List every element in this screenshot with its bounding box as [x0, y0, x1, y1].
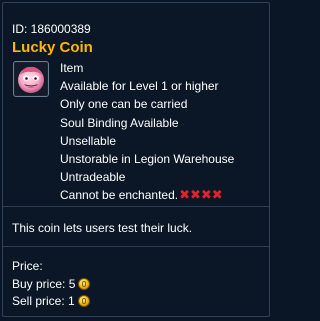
lucky-coin-face-icon — [15, 63, 47, 95]
buy-price-value: 5 — [68, 276, 76, 291]
gold-coin-icon — [77, 295, 90, 307]
divider-top — [3, 206, 269, 207]
gold-coin-icon — [78, 277, 91, 290]
price-label: Price: — [12, 259, 43, 273]
sell-price-row: Sell price: 1 — [12, 293, 90, 311]
item-icon-frame — [13, 61, 49, 97]
enchant-cross-icons: ✖✖✖✖ — [179, 187, 223, 203]
attr-enchant: Cannot be enchanted. — [60, 188, 179, 203]
attr-enchant-row: Cannot be enchanted.✖✖✖✖ — [60, 186, 234, 204]
attr-unstorable: Unstorable in Legion Warehouse — [60, 151, 235, 166]
price-block: Price: Buy price: 5 Sell price: 1 — [12, 258, 91, 311]
attr-soul-binding: Soul Binding Available — [60, 115, 179, 130]
item-attributes: Item Available for Level 1 or higher Onl… — [60, 59, 234, 205]
item-name: Lucky Coin — [12, 39, 93, 56]
buy-price-row: Buy price: 5 — [12, 276, 91, 294]
attr-level: Available for Level 1 or higher — [60, 79, 219, 94]
attr-untradeable: Untradeable — [60, 170, 126, 185]
buy-price-label: Buy price: — [12, 276, 69, 291]
attr-type: Item — [60, 61, 84, 75]
attr-carry-limit: Only one can be carried — [60, 97, 188, 112]
sell-price-value: 1 — [68, 294, 75, 308]
attr-unsellable: Unsellable — [60, 133, 117, 148]
item-id: ID: 186000389 — [12, 22, 91, 36]
sell-price-label: Sell price: — [12, 294, 69, 308]
divider-bottom — [3, 246, 269, 247]
item-tooltip: ID: 186000389 Lucky Coin Item Available — [2, 2, 270, 317]
item-description: This coin lets users test their luck. — [12, 221, 193, 235]
